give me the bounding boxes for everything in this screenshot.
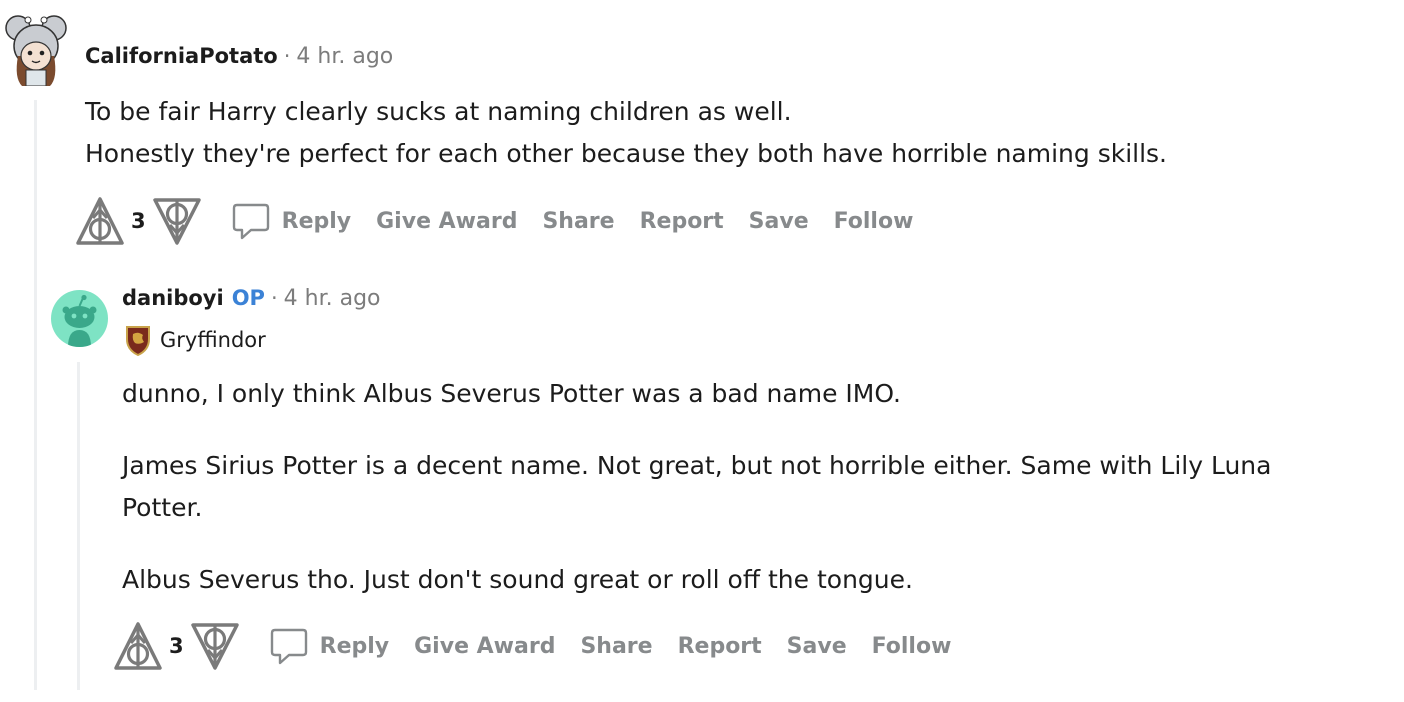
- reply-button[interactable]: Reply: [232, 202, 352, 240]
- deathly-hallows-upvote-icon: [114, 622, 162, 670]
- comment-actions: 3 Reply Give Award Share Report Save Fol…: [113, 618, 976, 674]
- meta-separator: ·: [270, 286, 278, 310]
- comment-timestamp[interactable]: 4 hr. ago: [284, 286, 381, 311]
- comment-bubble-icon: [270, 628, 307, 665]
- koala-avatar-icon: [5, 15, 67, 86]
- report-button[interactable]: Report: [640, 209, 724, 234]
- op-badge: OP: [231, 286, 265, 310]
- comment-meta: CaliforniaPotato · 4 hr. ago: [85, 44, 393, 69]
- share-button[interactable]: Share: [580, 634, 652, 659]
- vote-score: 3: [169, 634, 184, 658]
- save-button[interactable]: Save: [787, 634, 847, 659]
- follow-button[interactable]: Follow: [834, 209, 914, 234]
- user-avatar[interactable]: [4, 12, 68, 86]
- downvote-button[interactable]: [190, 621, 240, 671]
- reply-label: Reply: [281, 208, 352, 234]
- meta-separator: ·: [283, 44, 291, 68]
- comment-meta: daniboyi OP · 4 hr. ago: [122, 286, 381, 311]
- comment-author[interactable]: CaliforniaPotato: [85, 44, 278, 68]
- comment-body: dunno, I only think Albus Severus Potter…: [122, 373, 1352, 601]
- save-button[interactable]: Save: [749, 209, 809, 234]
- report-button[interactable]: Report: [678, 634, 762, 659]
- give-award-button[interactable]: Give Award: [376, 209, 517, 234]
- comment-actions: 3 Reply Give Award Share Report Save Fol…: [75, 193, 938, 249]
- deathly-hallows-upvote-icon: [76, 197, 124, 245]
- snoo-avatar-icon: [62, 294, 97, 347]
- deathly-hallows-downvote-icon: [152, 198, 201, 245]
- comment-line: Honestly they're perfect for each other …: [85, 139, 1168, 168]
- comment-timestamp[interactable]: 4 hr. ago: [296, 44, 393, 69]
- share-button[interactable]: Share: [542, 209, 614, 234]
- reply-label: Reply: [319, 633, 390, 659]
- thread-line-reply[interactable]: [77, 362, 80, 690]
- reply-button[interactable]: Reply: [270, 627, 390, 665]
- follow-button[interactable]: Follow: [872, 634, 952, 659]
- comment-paragraph: dunno, I only think Albus Severus Potter…: [122, 379, 901, 408]
- gryffindor-crest-icon: [126, 326, 150, 356]
- comment-bubble-icon: [232, 203, 269, 240]
- vote-score: 3: [131, 209, 146, 233]
- flair-text: Gryffindor: [160, 328, 266, 352]
- user-flair: Gryffindor: [124, 324, 266, 356]
- comment-paragraph: Albus Severus tho. Just don't sound grea…: [122, 565, 913, 594]
- comment-author[interactable]: daniboyi: [122, 286, 224, 310]
- comment-line: To be fair Harry clearly sucks at naming…: [85, 97, 792, 126]
- deathly-hallows-downvote-icon: [190, 623, 239, 670]
- comment-paragraph: James Sirius Potter is a decent name. No…: [122, 451, 1272, 522]
- user-avatar[interactable]: [51, 290, 108, 347]
- upvote-button[interactable]: [113, 621, 163, 671]
- upvote-button[interactable]: [75, 196, 125, 246]
- downvote-button[interactable]: [152, 196, 202, 246]
- thread-line-top[interactable]: [34, 100, 37, 690]
- comment-body: To be fair Harry clearly sucks at naming…: [85, 91, 1365, 175]
- give-award-button[interactable]: Give Award: [414, 634, 555, 659]
